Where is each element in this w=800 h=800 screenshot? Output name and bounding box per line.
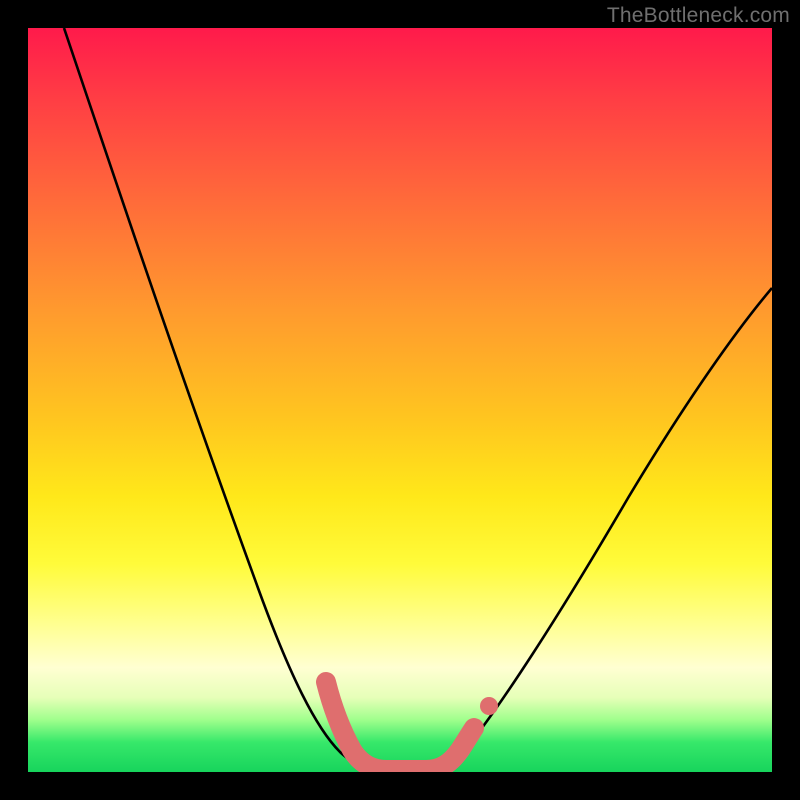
highlight-dot [480, 697, 498, 715]
watermark-text: TheBottleneck.com [607, 4, 790, 28]
bottleneck-curve [28, 28, 772, 772]
curve-path [64, 28, 772, 770]
plot-area [28, 28, 772, 772]
chart-frame: TheBottleneck.com [0, 0, 800, 800]
highlight-worm [326, 682, 474, 770]
